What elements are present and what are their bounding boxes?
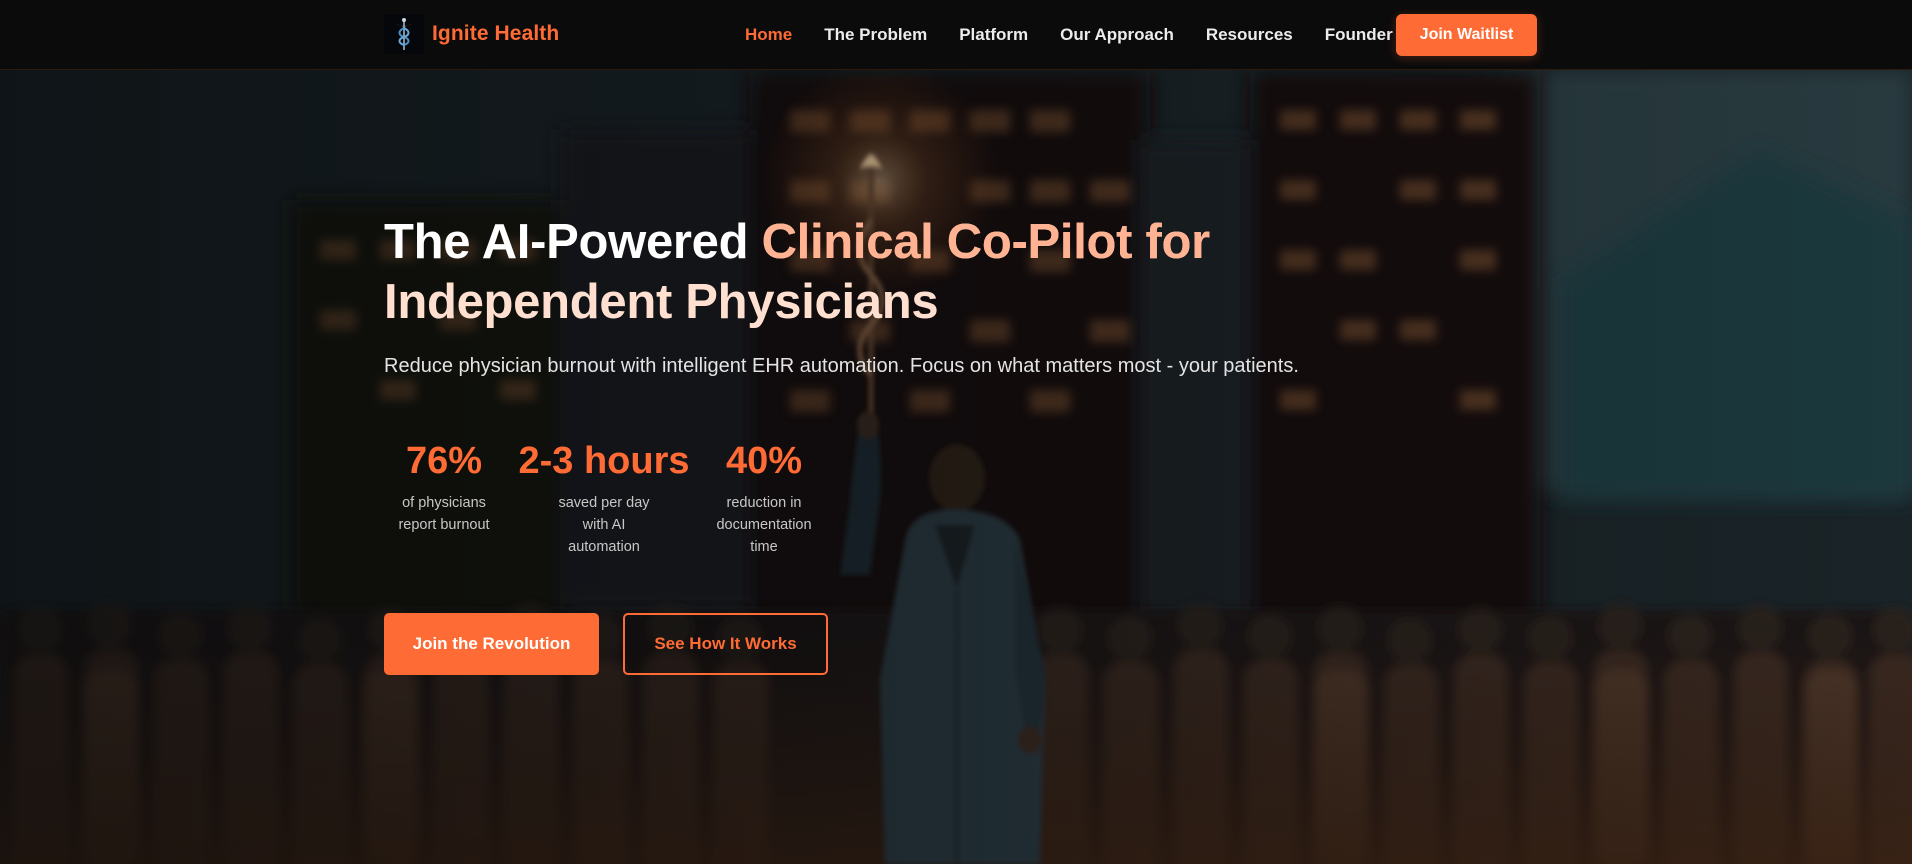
join-waitlist-button[interactable]: Join Waitlist [1396, 14, 1537, 56]
stat-hours-saved: 2-3 hours saved per day with AI automati… [504, 438, 704, 558]
nav-item-platform[interactable]: Platform [959, 25, 1028, 45]
see-how-it-works-button[interactable]: See How It Works [623, 613, 828, 675]
stat-label: of physicians report burnout [398, 495, 490, 533]
brand-name: Ignite Health [432, 22, 560, 45]
hero-headline: The AI-Powered Clinical Co-Pilot for Inde… [384, 212, 1384, 332]
join-revolution-button[interactable]: Join the Revolution [384, 613, 599, 675]
caduceus-icon [384, 14, 424, 54]
stat-value: 76% [405, 440, 483, 482]
nav-item-home[interactable]: Home [745, 25, 792, 45]
stat-value: 2-3 hours [518, 440, 690, 482]
stats-row: 76% of physicians report burnout 2-3 hou… [384, 438, 824, 558]
nav-item-resources[interactable]: Resources [1206, 25, 1293, 45]
headline-part-2: Clinical Co-Pilot for [761, 215, 1211, 269]
main-nav: Home The Problem Platform Our Approach R… [745, 0, 1393, 70]
headline-part-3: Independent Physicians [384, 275, 939, 329]
stat-burnout: 76% of physicians report burnout [384, 438, 504, 558]
stat-label: reduction in documentation time [716, 495, 812, 555]
hero-section [0, 70, 1912, 864]
hero-subtitle: Reduce physician burnout with intelligen… [384, 355, 1299, 377]
brand-logo-link[interactable]: Ignite Health [384, 14, 559, 54]
nav-item-our-approach[interactable]: Our Approach [1060, 25, 1174, 45]
stat-documentation-reduction: 40% reduction in documentation time [704, 438, 824, 558]
site-header: Ignite Health Home The Problem Platform … [0, 0, 1912, 70]
stat-label: saved per day with AI automation [558, 495, 650, 555]
nav-item-the-problem[interactable]: The Problem [824, 25, 927, 45]
headline-part-1: The AI-Powered [384, 215, 762, 269]
hero-overlay [0, 70, 1912, 864]
stat-value: 40% [725, 440, 803, 482]
nav-item-founder[interactable]: Founder [1325, 25, 1393, 45]
